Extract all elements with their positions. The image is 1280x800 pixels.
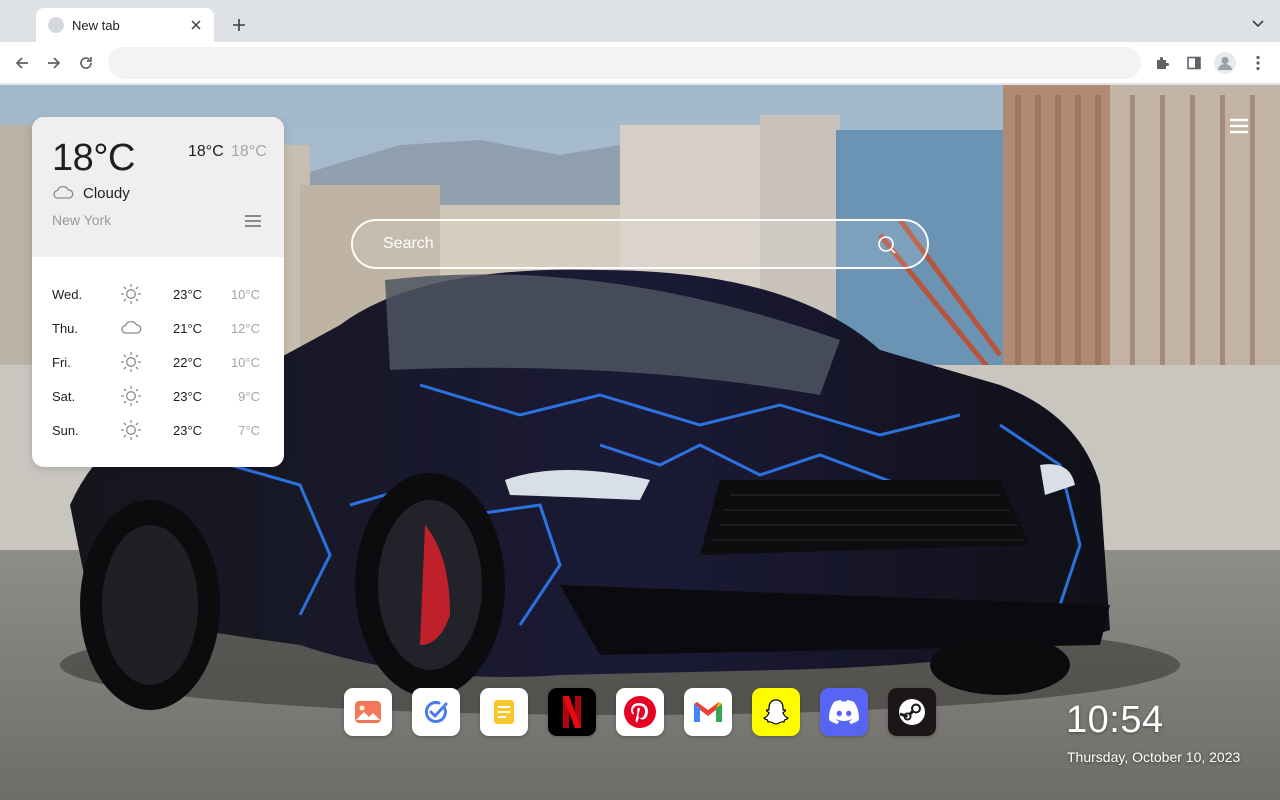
forecast-low: 9°C bbox=[238, 389, 260, 404]
reload-icon bbox=[80, 57, 92, 69]
cloud-icon bbox=[121, 321, 142, 334]
globe-icon bbox=[48, 17, 64, 33]
extensions-button[interactable] bbox=[1150, 51, 1174, 75]
puzzle-icon bbox=[1157, 57, 1169, 69]
tab-strip: New tab bbox=[0, 0, 1280, 42]
forecast-list: Wed. 23°C 10°C Thu. 21°C 12°C Fri. 22°C … bbox=[32, 277, 284, 447]
cloud-icon bbox=[53, 186, 74, 199]
dock-gallery[interactable] bbox=[344, 688, 392, 736]
steam-icon bbox=[899, 699, 925, 725]
forecast-high: 22°C bbox=[173, 355, 203, 370]
today-high: 18°C bbox=[188, 143, 224, 160]
avatar-icon bbox=[1214, 52, 1236, 74]
browser-toolbar bbox=[0, 42, 1280, 84]
dock-netflix[interactable] bbox=[548, 688, 596, 736]
forecast-day: Thu. bbox=[52, 321, 79, 336]
forward-button[interactable] bbox=[42, 51, 66, 75]
kebab-menu-icon bbox=[1256, 55, 1260, 71]
forecast-low: 12°C bbox=[230, 321, 260, 336]
sun-icon bbox=[121, 352, 141, 372]
clock-time: 10:54 bbox=[1066, 699, 1164, 741]
plus-icon bbox=[233, 19, 245, 31]
weather-current: 18°C 18°C 18°C Cloudy New York bbox=[32, 117, 284, 257]
list-icon[interactable] bbox=[243, 213, 263, 229]
forecast-row: Thu. 21°C 12°C bbox=[32, 311, 284, 345]
forecast-high: 21°C bbox=[173, 321, 203, 336]
weather-city[interactable]: New York bbox=[52, 212, 111, 228]
today-low: 18°C bbox=[231, 143, 267, 160]
dock-tasks[interactable] bbox=[412, 688, 460, 736]
tab-search-button[interactable] bbox=[1248, 14, 1268, 34]
forecast-row: Fri. 22°C 10°C bbox=[32, 345, 284, 379]
browser-menu-button[interactable] bbox=[1246, 51, 1270, 75]
back-arrow-icon bbox=[15, 57, 28, 69]
dock-gmail[interactable] bbox=[684, 688, 732, 736]
forecast-low: 10°C bbox=[230, 355, 260, 370]
forecast-low: 10°C bbox=[230, 287, 260, 302]
dock-notes[interactable] bbox=[480, 688, 528, 736]
gmail-icon bbox=[694, 702, 722, 722]
tab-new-tab[interactable]: New tab bbox=[36, 8, 214, 42]
dock-pinterest[interactable] bbox=[616, 688, 664, 736]
new-tab-button[interactable] bbox=[228, 14, 250, 36]
forecast-day: Sun. bbox=[52, 423, 79, 438]
sun-icon bbox=[121, 420, 141, 440]
hamburger-icon bbox=[1230, 118, 1248, 134]
weather-condition: Cloudy bbox=[83, 185, 130, 202]
page-menu-button[interactable] bbox=[1226, 115, 1252, 137]
current-temperature: 18°C bbox=[52, 137, 135, 179]
dock-discord[interactable] bbox=[820, 688, 868, 736]
netflix-icon bbox=[563, 696, 581, 728]
forecast-low: 7°C bbox=[238, 423, 260, 438]
forecast-high: 23°C bbox=[173, 287, 203, 302]
forecast-high: 23°C bbox=[173, 389, 203, 404]
check-icon bbox=[424, 701, 448, 723]
forecast-high: 23°C bbox=[173, 423, 203, 438]
reload-button[interactable] bbox=[74, 51, 98, 75]
forecast-day: Sat. bbox=[52, 389, 76, 404]
forecast-row: Sat. 23°C 9°C bbox=[32, 379, 284, 413]
sun-icon bbox=[121, 284, 141, 304]
side-panel-button[interactable] bbox=[1182, 51, 1206, 75]
discord-icon bbox=[829, 700, 859, 724]
weather-widget: 18°C 18°C 18°C Cloudy New York Wed. 23°C… bbox=[32, 117, 284, 467]
sun-icon bbox=[121, 386, 141, 406]
forecast-row: Sun. 23°C 7°C bbox=[32, 413, 284, 447]
search-input[interactable] bbox=[353, 221, 927, 267]
dock-snapchat[interactable] bbox=[752, 688, 800, 736]
address-bar[interactable] bbox=[108, 47, 1141, 79]
gallery-icon bbox=[355, 701, 381, 723]
forward-arrow-icon bbox=[48, 57, 61, 69]
forecast-day: Fri. bbox=[52, 355, 71, 370]
clock-date: Thursday, October 10, 2023 bbox=[1067, 749, 1241, 765]
dock-steam[interactable] bbox=[888, 688, 936, 736]
back-button[interactable] bbox=[10, 51, 34, 75]
side-panel-icon bbox=[1187, 56, 1201, 70]
chevron-down-icon bbox=[1252, 20, 1264, 28]
forecast-day: Wed. bbox=[52, 287, 83, 302]
new-tab-page: 18°C 18°C 18°C Cloudy New York Wed. 23°C… bbox=[0, 85, 1280, 800]
pinterest-icon bbox=[624, 696, 656, 728]
tab-title: New tab bbox=[72, 17, 120, 33]
forecast-row: Wed. 23°C 10°C bbox=[32, 277, 284, 311]
search-bar bbox=[351, 219, 929, 269]
close-icon[interactable] bbox=[188, 17, 204, 33]
notes-icon bbox=[494, 700, 514, 724]
profile-button[interactable] bbox=[1213, 51, 1237, 75]
snapchat-icon bbox=[763, 699, 789, 725]
search-icon[interactable] bbox=[877, 235, 897, 255]
